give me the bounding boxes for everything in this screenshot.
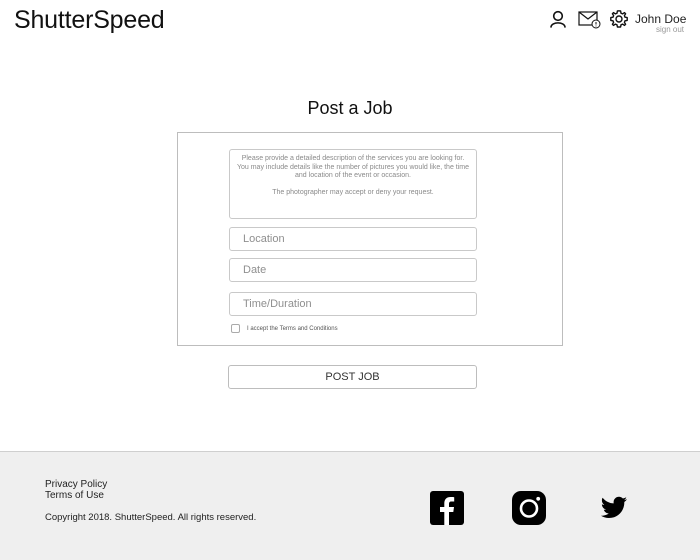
profile-icon[interactable] <box>548 9 568 29</box>
instagram-icon[interactable] <box>511 490 547 526</box>
page-title: Post a Job <box>307 98 393 118</box>
privacy-policy-link[interactable]: Privacy Policy <box>45 479 107 490</box>
post-job-button[interactable]: POST JOB <box>228 365 477 389</box>
description-line: You may include details like the number … <box>236 163 470 180</box>
time-duration-input[interactable] <box>229 292 477 316</box>
gear-icon[interactable] <box>609 9 629 29</box>
user-name[interactable]: John Doe <box>635 12 686 26</box>
logo[interactable]: ShutterSpeed <box>14 6 165 35</box>
footer: Privacy Policy Terms of Use Copyright 20… <box>0 451 700 560</box>
copyright-text: Copyright 2018. ShutterSpeed. All rights… <box>45 512 257 523</box>
mail-notification-icon[interactable] <box>578 9 602 29</box>
twitter-icon[interactable] <box>595 490 631 526</box>
post-job-form: Please provide a detailed description of… <box>177 132 563 346</box>
facebook-icon[interactable] <box>429 490 465 526</box>
description-line: Please provide a detailed description of… <box>241 155 465 162</box>
terms-label[interactable]: I accept the Terms and Conditions <box>247 326 338 332</box>
sign-out-link[interactable]: sign out <box>656 25 684 34</box>
description-line: The photographer may accept or deny your… <box>272 188 434 196</box>
terms-checkbox[interactable] <box>231 324 240 333</box>
description-textarea[interactable]: Please provide a detailed description of… <box>229 149 477 219</box>
date-input[interactable] <box>229 258 477 282</box>
location-input[interactable] <box>229 227 477 251</box>
header: ShutterSpeed John Doe sign out <box>0 0 700 44</box>
terms-of-use-link[interactable]: Terms of Use <box>45 490 104 501</box>
